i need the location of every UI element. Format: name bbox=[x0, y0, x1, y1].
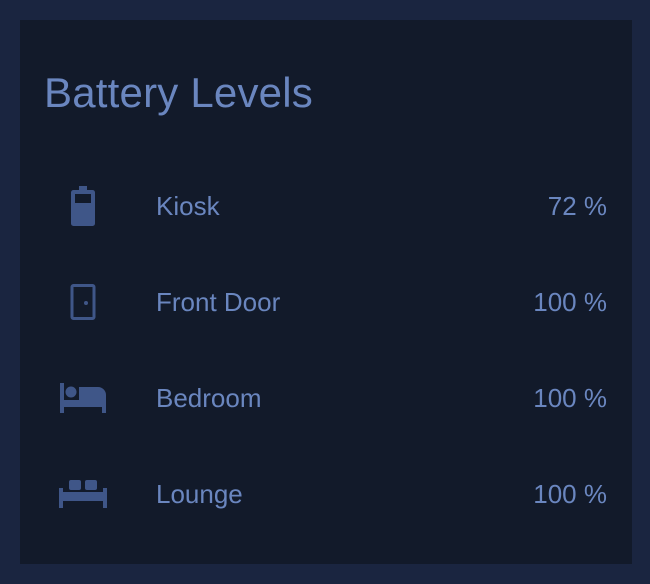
entity-row-lounge[interactable]: Lounge 100 % bbox=[20, 464, 632, 524]
bed-icon bbox=[58, 374, 108, 422]
door-icon bbox=[58, 278, 108, 326]
entity-state: 72 % bbox=[547, 191, 607, 221]
entity-name: Front Door bbox=[156, 287, 281, 317]
card-title: Battery Levels bbox=[44, 69, 313, 116]
battery-icon bbox=[58, 182, 108, 230]
sofa-icon bbox=[58, 470, 108, 518]
entity-name: Bedroom bbox=[156, 383, 262, 413]
entity-name: Kiosk bbox=[156, 191, 220, 221]
entity-row-kiosk[interactable]: Kiosk 72 % bbox=[20, 176, 632, 236]
entity-state: 100 % bbox=[533, 383, 607, 413]
battery-levels-card: Battery Levels Kiosk 72 % Front Door 100… bbox=[20, 20, 632, 564]
entity-row-bedroom[interactable]: Bedroom 100 % bbox=[20, 368, 632, 428]
entity-state: 100 % bbox=[533, 479, 607, 509]
entity-state: 100 % bbox=[533, 287, 607, 317]
entity-name: Lounge bbox=[156, 479, 243, 509]
dashboard-background: Battery Levels Kiosk 72 % Front Door 100… bbox=[0, 0, 650, 584]
entity-row-front-door[interactable]: Front Door 100 % bbox=[20, 272, 632, 332]
